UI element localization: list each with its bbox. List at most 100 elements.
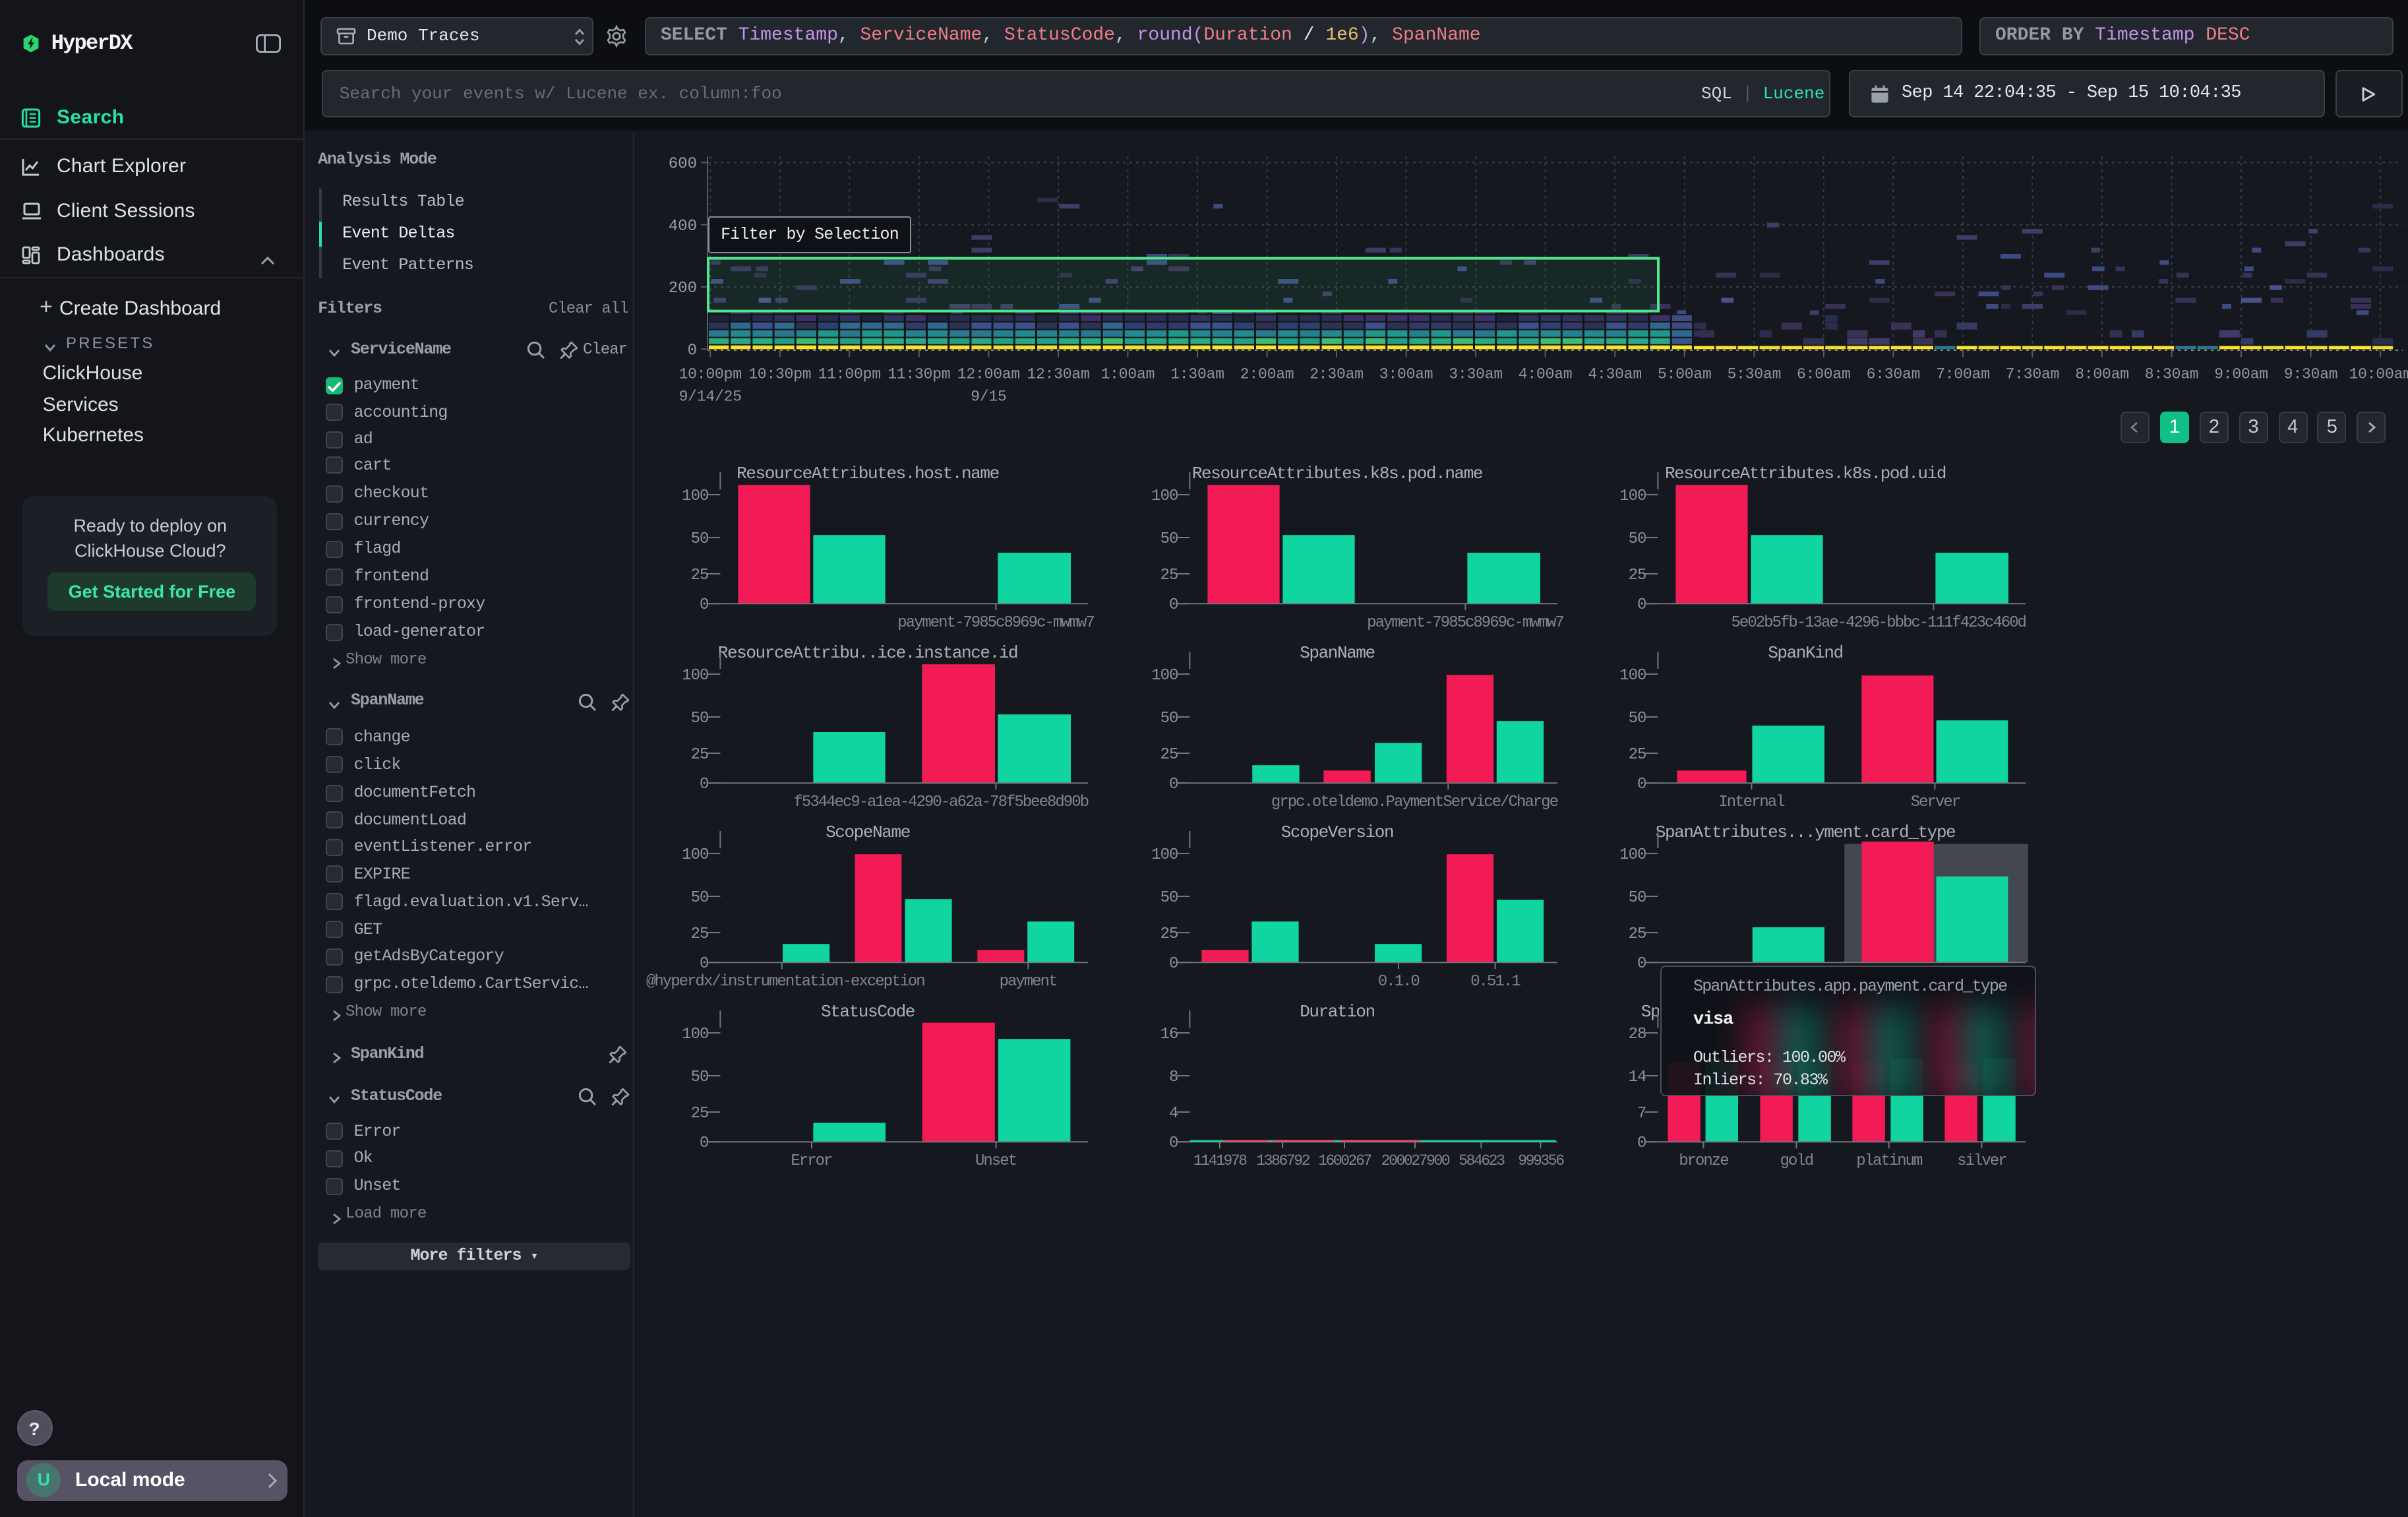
svg-text:16: 16 <box>1160 1025 1178 1043</box>
svg-text:0: 0 <box>1638 1134 1646 1152</box>
svg-text:SpanKind: SpanKind <box>1768 643 1844 663</box>
svg-text:50: 50 <box>1160 710 1178 728</box>
svg-text:4: 4 <box>1169 1104 1178 1122</box>
svg-text:100: 100 <box>1620 846 1646 864</box>
svg-text:50: 50 <box>1160 530 1178 548</box>
svg-text:2:00am: 2:00am <box>1240 365 1294 383</box>
svg-text:10:30pm: 10:30pm <box>748 365 811 383</box>
svg-text:1600267: 1600267 <box>1318 1152 1371 1169</box>
svg-text:7: 7 <box>1638 1104 1646 1122</box>
svg-text:3:30am: 3:30am <box>1449 365 1503 383</box>
svg-text:50: 50 <box>691 1068 709 1086</box>
svg-text:100: 100 <box>1151 487 1178 505</box>
svg-text:ScopeName: ScopeName <box>826 822 911 842</box>
svg-text:SpanName: SpanName <box>1300 643 1375 663</box>
svg-text:0: 0 <box>1169 596 1178 614</box>
svg-text:100: 100 <box>682 1025 709 1043</box>
svg-text:StatusCode: StatusCode <box>822 1001 915 1021</box>
svg-text:Internal: Internal <box>1719 793 1786 811</box>
svg-text:0: 0 <box>1169 776 1178 793</box>
svg-text:200027900: 200027900 <box>1381 1152 1449 1169</box>
svg-text:10:00pm: 10:00pm <box>679 365 742 383</box>
svg-text:11:00pm: 11:00pm <box>818 365 881 383</box>
svg-text:SpanAttributes...yment.card_ty: SpanAttributes...yment.card_type <box>1656 822 1955 842</box>
svg-text:7:00am: 7:00am <box>1936 365 1990 383</box>
svg-text:25: 25 <box>691 567 709 584</box>
svg-text:50: 50 <box>1629 889 1646 907</box>
svg-text:grpc.oteldemo.PaymentService/C: grpc.oteldemo.PaymentService/Charge <box>1271 793 1558 811</box>
svg-text:9:30am: 9:30am <box>2284 365 2338 383</box>
svg-text:10:00am: 10:00am <box>2349 365 2408 383</box>
svg-text:8:00am: 8:00am <box>2075 365 2129 383</box>
svg-text:50: 50 <box>1629 710 1646 728</box>
svg-text:9/14/25: 9/14/25 <box>679 388 742 405</box>
svg-text:0: 0 <box>1638 776 1646 793</box>
svg-text:25: 25 <box>691 925 709 943</box>
svg-text:25: 25 <box>1160 746 1178 764</box>
svg-text:0: 0 <box>1169 955 1178 973</box>
svg-text:0: 0 <box>688 342 697 359</box>
svg-text:2:30am: 2:30am <box>1309 365 1364 383</box>
svg-text:1141978: 1141978 <box>1193 1152 1246 1169</box>
svg-text:ResourceAttribu..ice.instance.: ResourceAttribu..ice.instance.id <box>718 643 1017 663</box>
svg-text:platinum: platinum <box>1857 1152 1923 1169</box>
svg-text:Unset: Unset <box>976 1152 1017 1169</box>
svg-text:0: 0 <box>1638 596 1646 614</box>
svg-text:100: 100 <box>1151 667 1178 685</box>
svg-text:584623: 584623 <box>1459 1152 1505 1169</box>
svg-text:25: 25 <box>691 1104 709 1122</box>
svg-text:11:30pm: 11:30pm <box>888 365 950 383</box>
svg-text:100: 100 <box>1620 667 1646 685</box>
svg-text:payment: payment <box>1000 973 1057 991</box>
svg-text:5:00am: 5:00am <box>1658 365 1712 383</box>
svg-text:ResourceAttributes.k8s.pod.uid: ResourceAttributes.k8s.pod.uid <box>1666 464 1946 483</box>
svg-text:4:00am: 4:00am <box>1519 365 1573 383</box>
svg-text:100: 100 <box>682 667 709 685</box>
svg-text:600: 600 <box>669 155 697 173</box>
svg-text:28: 28 <box>1629 1025 1646 1043</box>
svg-text:8: 8 <box>1169 1068 1178 1086</box>
svg-text:Server: Server <box>1911 793 1960 811</box>
svg-text:50: 50 <box>691 889 709 907</box>
svg-text:5:30am: 5:30am <box>1728 365 1782 383</box>
svg-text:100: 100 <box>1151 846 1178 864</box>
svg-text:0: 0 <box>700 1134 709 1152</box>
svg-text:200: 200 <box>669 280 697 297</box>
svg-text:0.51.1: 0.51.1 <box>1470 973 1520 991</box>
svg-text:9:00am: 9:00am <box>2214 365 2268 383</box>
svg-text:4:30am: 4:30am <box>1588 365 1642 383</box>
svg-text:8:30am: 8:30am <box>2145 365 2199 383</box>
svg-text:25: 25 <box>1629 746 1646 764</box>
svg-text:6:00am: 6:00am <box>1797 365 1851 383</box>
svg-text:14: 14 <box>1629 1068 1646 1086</box>
svg-text:25: 25 <box>1629 567 1646 584</box>
svg-text:100: 100 <box>682 487 709 505</box>
svg-text:1386792: 1386792 <box>1256 1152 1309 1169</box>
svg-text:7:30am: 7:30am <box>2006 365 2060 383</box>
svg-text:0: 0 <box>700 955 709 973</box>
svg-text:25: 25 <box>1160 925 1178 943</box>
svg-text:9/15: 9/15 <box>971 388 1006 405</box>
svg-text:50: 50 <box>691 710 709 728</box>
svg-text:12:30am: 12:30am <box>1027 365 1089 383</box>
svg-text:400: 400 <box>669 218 697 235</box>
svg-text:ResourceAttributes.k8s.pod.nam: ResourceAttributes.k8s.pod.name <box>1191 464 1482 483</box>
svg-text:ScopeVersion: ScopeVersion <box>1280 822 1393 842</box>
svg-text:bronze: bronze <box>1679 1152 1729 1169</box>
svg-text:payment-7985c8969c-mwmw7: payment-7985c8969c-mwmw7 <box>898 614 1095 632</box>
svg-text:50: 50 <box>691 530 709 548</box>
svg-text:50: 50 <box>1629 530 1646 548</box>
svg-text:25: 25 <box>691 746 709 764</box>
svg-text:@hyperdx/instrumentation-excep: @hyperdx/instrumentation-exception <box>647 973 925 991</box>
svg-text:999356: 999356 <box>1518 1152 1564 1169</box>
svg-text:3:00am: 3:00am <box>1379 365 1433 383</box>
svg-text:50: 50 <box>1160 889 1178 907</box>
svg-text:0: 0 <box>1169 1134 1178 1152</box>
svg-text:Duration: Duration <box>1300 1001 1375 1021</box>
svg-text:5e02b5fb-13ae-4296-bbbc-111f42: 5e02b5fb-13ae-4296-bbbc-111f423c460d <box>1731 614 2026 632</box>
svg-text:0: 0 <box>1638 955 1646 973</box>
svg-text:payment-7985c8969c-mwmw7: payment-7985c8969c-mwmw7 <box>1367 614 1563 632</box>
svg-text:Error: Error <box>791 1152 833 1169</box>
svg-text:25: 25 <box>1629 925 1646 943</box>
svg-text:0: 0 <box>700 596 709 614</box>
